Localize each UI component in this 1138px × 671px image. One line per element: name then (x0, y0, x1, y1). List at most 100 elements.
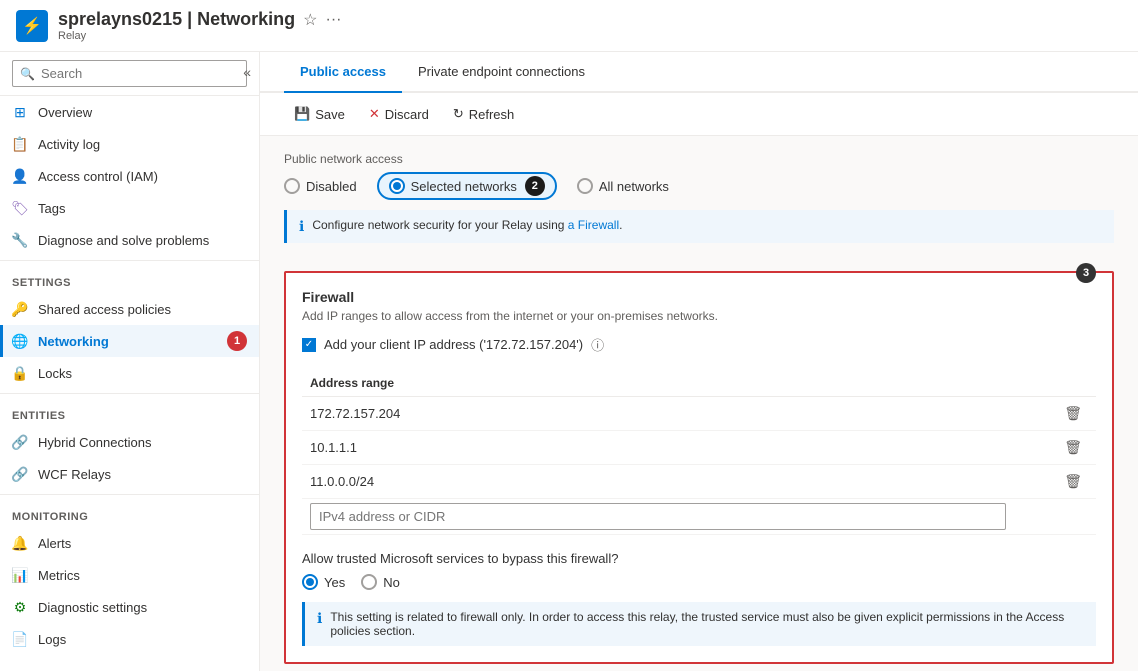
firewall-description: Add IP ranges to allow access from the i… (302, 309, 1096, 323)
bypass-yes-option[interactable]: Yes (302, 574, 345, 590)
overview-icon: ⊞ (12, 104, 28, 120)
sidebar-divider-2 (0, 393, 259, 394)
resource-icon: ⚡ (16, 10, 48, 42)
resource-type: Relay (58, 30, 341, 42)
bypass-no-option[interactable]: No (361, 574, 400, 590)
sidebar-item-hybrid-connections[interactable]: 🔗 Hybrid Connections (0, 426, 259, 458)
bypass-no-radio[interactable] (361, 574, 377, 590)
sidebar-item-label: Activity log (38, 137, 100, 152)
sidebar-item-label: Alerts (38, 536, 71, 551)
tab-public-access[interactable]: Public access (284, 52, 402, 93)
access-control-icon: 👤 (12, 168, 28, 184)
sidebar-item-access-control[interactable]: 👤 Access control (IAM) (0, 160, 259, 192)
metrics-icon: 📊 (12, 567, 28, 583)
search-input[interactable] (12, 60, 247, 87)
delete-ip-button[interactable]: 🗑 (1058, 437, 1088, 458)
public-access-section: Public network access Disabled Selected … (260, 136, 1138, 271)
discard-button[interactable]: ✕ Discard (359, 101, 439, 127)
address-range-header: Address range (302, 370, 1050, 397)
sidebar-item-overview[interactable]: ⊞ Overview (0, 96, 259, 128)
ip-value: 172.72.157.204 (302, 397, 1050, 431)
tags-icon: 🏷 (12, 200, 28, 216)
logs-icon: 📄 (12, 631, 28, 647)
sidebar-item-networking[interactable]: 🌐 Networking 1 (0, 325, 259, 357)
ip-address-input[interactable] (310, 503, 1006, 530)
selected-networks-radio[interactable] (389, 178, 405, 194)
sidebar-item-label: Access control (IAM) (38, 169, 158, 184)
networking-icon: 🌐 (12, 333, 28, 349)
sidebar-item-label: Diagnose and solve problems (38, 233, 209, 248)
firewall-link[interactable]: a Firewall (568, 218, 619, 232)
sidebar-item-label: Shared access policies (38, 302, 171, 317)
sidebar-item-label: WCF Relays (38, 467, 111, 482)
diagnose-icon: 🔧 (12, 232, 28, 248)
header-title-block: sprelayns0215 | Networking ☆ ··· Relay (58, 9, 341, 42)
entities-section-label: Entities (0, 398, 259, 426)
tab-private-endpoint[interactable]: Private endpoint connections (402, 52, 601, 93)
search-icon: 🔍 (20, 67, 35, 81)
selected-networks-label: Selected networks (411, 179, 517, 194)
info-icon: ℹ (299, 218, 304, 235)
sidebar-item-shared-access[interactable]: 🔑 Shared access policies (0, 293, 259, 325)
save-button[interactable]: 💾 Save (284, 101, 355, 127)
bypass-no-label: No (383, 575, 400, 590)
sidebar-item-activity-log[interactable]: 📋 Activity log (0, 128, 259, 160)
step-3-badge: 3 (1076, 263, 1096, 283)
sidebar-item-locks[interactable]: 🔒 Locks (0, 357, 259, 389)
all-networks-label: All networks (599, 179, 669, 194)
add-client-ip-checkbox[interactable] (302, 338, 316, 352)
favorite-button[interactable]: ☆ (303, 10, 317, 30)
step-2-badge: 2 (525, 176, 545, 196)
bypass-yes-label: Yes (324, 575, 345, 590)
sidebar-item-diagnose[interactable]: 🔧 Diagnose and solve problems (0, 224, 259, 256)
bypass-yes-radio[interactable] (302, 574, 318, 590)
address-table: Address range 172.72.157.204 🗑 10.1.1.1 … (302, 370, 1096, 535)
delete-ip-button[interactable]: 🗑 (1058, 403, 1088, 424)
warning-info-icon: ℹ (317, 610, 322, 627)
disabled-radio[interactable] (284, 178, 300, 194)
content-area: Public access Private endpoint connectio… (260, 52, 1138, 671)
all-networks-radio[interactable] (577, 178, 593, 194)
sidebar-item-label: Locks (38, 366, 72, 381)
table-row: 172.72.157.204 🗑 (302, 397, 1096, 431)
sidebar-search-area: 🔍 (0, 52, 259, 96)
locks-icon: 🔒 (12, 365, 28, 381)
shared-access-icon: 🔑 (12, 301, 28, 317)
disabled-option[interactable]: Disabled (284, 178, 357, 194)
networking-badge: 1 (227, 331, 247, 351)
sidebar-item-diagnostic-settings[interactable]: ⚙ Diagnostic settings (0, 591, 259, 623)
ip-value: 11.0.0.0/24 (302, 465, 1050, 499)
warning-banner: ℹ This setting is related to firewall on… (302, 602, 1096, 646)
firewall-title: Firewall (302, 289, 1096, 305)
bypass-title: Allow trusted Microsoft services to bypa… (302, 551, 1096, 566)
collapse-sidebar-button[interactable]: « (235, 60, 259, 84)
info-banner: ℹ Configure network security for your Re… (284, 210, 1114, 243)
actions-header (1050, 370, 1096, 397)
settings-section-label: Settings (0, 265, 259, 293)
sidebar-item-tags[interactable]: 🏷 Tags (0, 192, 259, 224)
disabled-label: Disabled (306, 179, 357, 194)
diagnostic-settings-icon: ⚙ (12, 599, 28, 615)
ip-input-row (302, 499, 1096, 535)
add-client-ip-label: Add your client IP address ('172.72.157.… (324, 337, 583, 352)
monitoring-section-label: Monitoring (0, 499, 259, 527)
refresh-icon: ↻ (453, 106, 464, 122)
sidebar-item-metrics[interactable]: 📊 Metrics (0, 559, 259, 591)
discard-icon: ✕ (369, 106, 380, 122)
sidebar-item-wcf-relays[interactable]: 🔗 WCF Relays (0, 458, 259, 490)
page-title: sprelayns0215 | Networking ☆ ··· (58, 9, 341, 30)
sidebar-item-label: Overview (38, 105, 92, 120)
main-layout: 🔍 « ⊞ Overview 📋 Activity log 👤 Access c… (0, 52, 1138, 671)
sidebar-item-alerts[interactable]: 🔔 Alerts (0, 527, 259, 559)
sidebar-divider (0, 260, 259, 261)
selected-networks-option[interactable]: Selected networks 2 (377, 172, 557, 200)
sidebar-item-label: Hybrid Connections (38, 435, 151, 450)
add-client-ip-row: Add your client IP address ('172.72.157.… (302, 335, 1096, 354)
more-actions-button[interactable]: ··· (325, 11, 341, 29)
tab-label: Public access (300, 64, 386, 79)
refresh-button[interactable]: ↻ Refresh (443, 101, 524, 127)
all-networks-option[interactable]: All networks (577, 178, 669, 194)
sidebar-item-logs[interactable]: 📄 Logs (0, 623, 259, 655)
save-icon: 💾 (294, 106, 310, 122)
delete-ip-button[interactable]: 🗑 (1058, 471, 1088, 492)
